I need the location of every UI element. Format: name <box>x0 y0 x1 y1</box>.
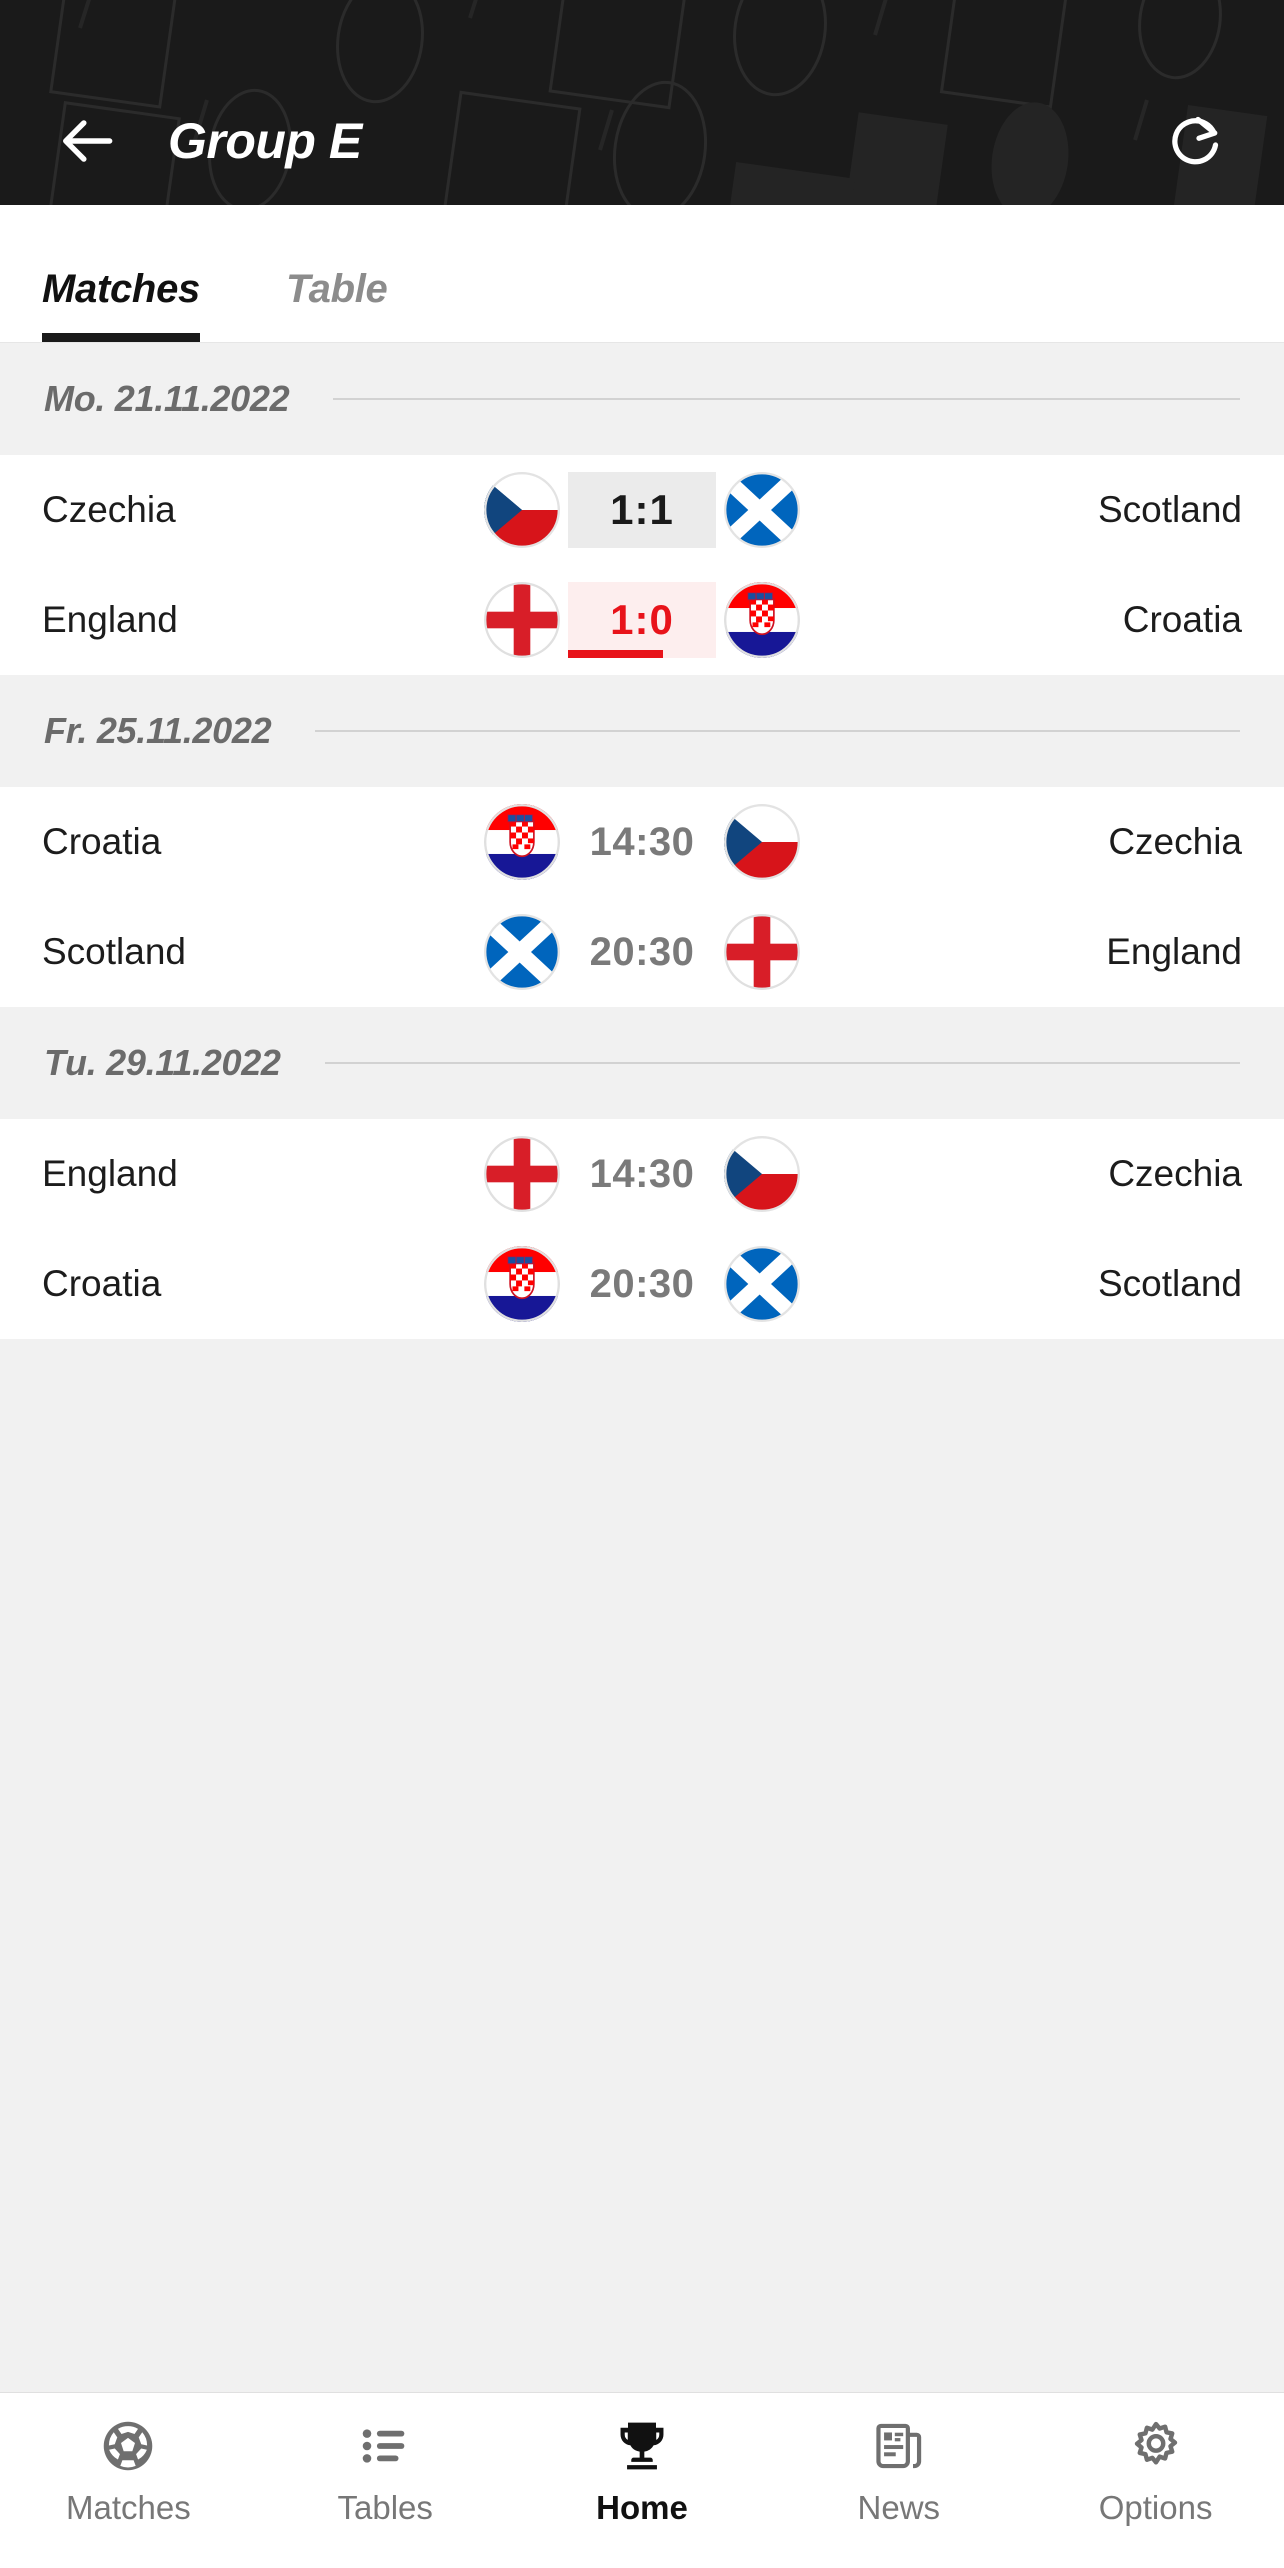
match-group: England 14:30 Czechia Croatia 20:30 Scot… <box>0 1119 1284 1339</box>
home-team-name: England <box>42 1153 178 1194</box>
date-header: Mo. 21.11.2022 <box>0 343 1284 455</box>
kickoff-time: 14:30 <box>589 1151 695 1196</box>
away-team-name: Scotland <box>1098 489 1242 530</box>
trophy-icon <box>614 2417 670 2475</box>
tab-matches-label: Matches <box>42 267 200 311</box>
match-center: 20:30 <box>420 1246 864 1322</box>
nav-label-home: Home <box>596 2489 688 2526</box>
match-center: 1:0 <box>420 582 864 658</box>
refresh-button[interactable] <box>1152 98 1238 184</box>
soccer-ball-icon <box>100 2417 156 2475</box>
away-team-name: Croatia <box>1122 599 1242 640</box>
back-button[interactable] <box>46 98 132 184</box>
table-row[interactable]: Croatia <box>0 787 1284 897</box>
date-label: Fr. 25.11.2022 <box>44 710 272 751</box>
tab-table[interactable]: Table <box>286 267 388 342</box>
match-center: 14:30 <box>420 1136 864 1212</box>
flag-scotland-icon <box>724 1246 800 1322</box>
score-badge-live: 1:0 <box>568 582 716 658</box>
kickoff-time: 14:30 <box>589 819 695 864</box>
nav-label-tables: Tables <box>337 2489 433 2526</box>
gear-icon <box>1128 2417 1184 2475</box>
flag-croatia-icon <box>724 582 800 658</box>
list-bottom-spacer <box>0 1339 1284 1569</box>
nav-item-options[interactable]: Options <box>1027 2417 1284 2527</box>
tab-matches[interactable]: Matches <box>42 267 200 342</box>
flag-croatia-icon <box>484 804 560 880</box>
header-bar: Group E <box>0 77 1284 205</box>
away-team-name: Czechia <box>1108 821 1242 862</box>
flag-scotland-icon <box>484 914 560 990</box>
kickoff-time: 20:30 <box>589 929 695 974</box>
table-row[interactable]: Czechia 1:1 Scotland <box>0 455 1284 565</box>
date-header: Tu. 29.11.2022 <box>0 1007 1284 1119</box>
flag-england-icon <box>484 582 560 658</box>
flag-czechia-icon <box>724 804 800 880</box>
flag-czechia-icon <box>724 1136 800 1212</box>
tab-table-label: Table <box>285 267 388 311</box>
score-badge: 1:1 <box>568 472 716 548</box>
nav-label-news: News <box>857 2489 941 2526</box>
table-row[interactable]: England 1:0 Croatia <box>0 565 1284 675</box>
kickoff-time: 20:30 <box>589 1261 695 1306</box>
nav-label-matches: Matches <box>66 2489 191 2526</box>
away-team-name: Scotland <box>1098 1263 1242 1304</box>
home-team-name: Croatia <box>42 1263 162 1304</box>
flag-england-icon <box>484 1136 560 1212</box>
home-team-name: Czechia <box>42 489 176 530</box>
flag-czechia-icon <box>484 472 560 548</box>
nav-item-news[interactable]: News <box>770 2417 1027 2527</box>
match-list[interactable]: Mo. 21.11.2022 Czechia 1:1 Scotland Engl… <box>0 343 1284 2392</box>
date-label: Tu. 29.11.2022 <box>44 1042 281 1083</box>
table-row[interactable]: England 14:30 Czechia <box>0 1119 1284 1229</box>
away-team-name: Czechia <box>1108 1153 1242 1194</box>
match-center: 14:30 <box>420 804 864 880</box>
date-header: Fr. 25.11.2022 <box>0 675 1284 787</box>
nav-item-home[interactable]: Home <box>514 2417 771 2527</box>
page-title: Group E <box>168 113 362 169</box>
home-team-name: England <box>42 599 178 640</box>
home-team-name: Croatia <box>42 821 162 862</box>
match-group: Croatia 14:30 Czechia Scotland 20:30 Eng… <box>0 787 1284 1007</box>
away-team-name: England <box>1106 931 1242 972</box>
match-center: 1:1 <box>420 472 864 548</box>
date-label: Mo. 21.11.2022 <box>44 378 290 419</box>
newspaper-icon <box>871 2417 927 2475</box>
date-divider <box>333 398 1240 400</box>
flag-croatia-icon <box>484 1246 560 1322</box>
match-group: Czechia 1:1 Scotland England 1:0 Croatia <box>0 455 1284 675</box>
table-row[interactable]: Scotland 20:30 England <box>0 897 1284 1007</box>
home-team-name: Scotland <box>42 931 186 972</box>
bottom-navigation: Matches Tables Home News Options <box>0 2392 1284 2568</box>
match-center: 20:30 <box>420 914 864 990</box>
nav-label-options: Options <box>1098 2489 1213 2526</box>
flag-scotland-icon <box>724 472 800 548</box>
app-header: Group E <box>0 0 1284 205</box>
table-row[interactable]: Croatia <box>0 1229 1284 1339</box>
list-icon <box>358 2417 412 2475</box>
nav-item-tables[interactable]: Tables <box>257 2417 514 2527</box>
refresh-icon <box>1172 116 1219 165</box>
nav-item-matches[interactable]: Matches <box>0 2417 257 2527</box>
flag-england-icon <box>724 914 800 990</box>
app-root: Group E Matches Table Mo. 21.11.2022 Cze… <box>0 0 1284 2568</box>
tab-bar: Matches Table <box>0 205 1284 343</box>
date-divider <box>324 1062 1240 1064</box>
date-divider <box>315 730 1240 732</box>
arrow-left-icon <box>63 120 113 162</box>
